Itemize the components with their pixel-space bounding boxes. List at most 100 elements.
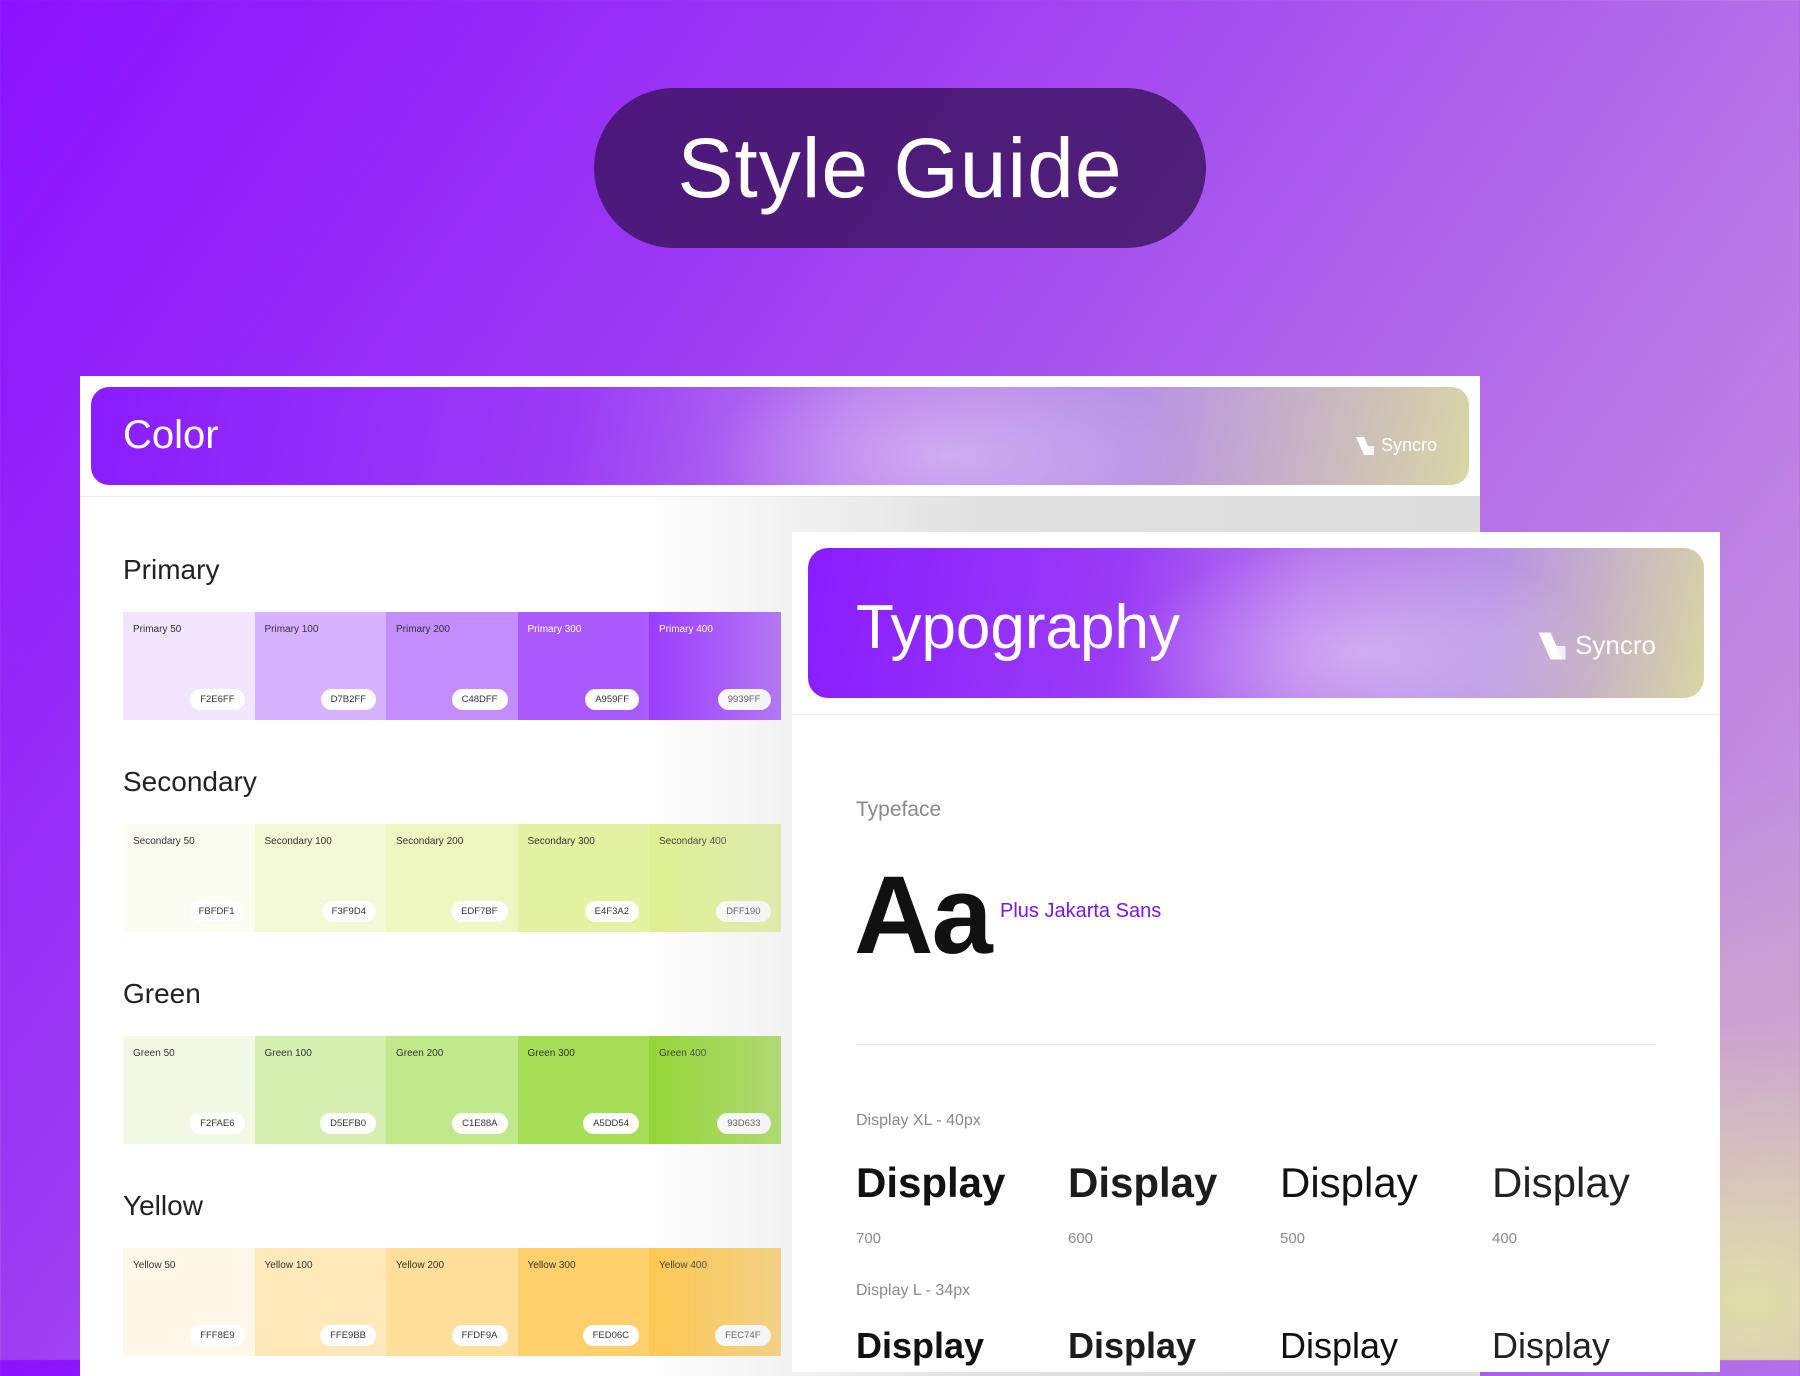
weight-value: 600 <box>1068 1230 1094 1247</box>
hex-chip: C1E88A <box>452 1113 508 1134</box>
weight-sample: Display700 <box>856 1328 1068 1372</box>
style-guide-title-pill: Style Guide <box>594 88 1206 248</box>
swatch-yellow-200[interactable]: Yellow 200 FFDF9A <box>386 1248 518 1356</box>
swatch-name: Secondary 400 <box>659 836 727 847</box>
hex-chip: FEC74F <box>715 1325 771 1346</box>
hex-chip: DFF190 <box>716 901 771 922</box>
swatch-name: Green 400 <box>659 1048 707 1059</box>
swatch-green-50[interactable]: Green 50 F2FAE6 <box>123 1036 255 1144</box>
brand-logo: Syncro <box>1355 435 1437 456</box>
swatch-name: Yellow 200 <box>396 1260 445 1271</box>
weight-sample: Display 400 <box>1492 1159 1704 1248</box>
section-title-yellow: Yellow <box>123 1190 203 1221</box>
scale-label-l: Display L - 34px <box>856 1282 971 1299</box>
swatch-primary-400[interactable]: Primary 400 9939FF <box>649 612 781 720</box>
swatch-yellow-300[interactable]: Yellow 300 FED06C <box>517 1248 649 1356</box>
display-sample-text: Display <box>856 1159 1006 1206</box>
syncro-logo-icon <box>1355 436 1374 455</box>
section-title-primary: Primary <box>123 554 220 585</box>
typography-title: Typography <box>856 593 1180 662</box>
hex-chip: E4F3A2 <box>584 901 639 922</box>
hex-chip: FFDF9A <box>451 1325 508 1346</box>
swatch-primary-200[interactable]: Primary 200 C48DFF <box>386 612 518 720</box>
color-title: Color <box>123 413 219 457</box>
brand-name: Syncro <box>1575 630 1656 660</box>
hex-chip: F2E6FF <box>190 689 245 710</box>
hex-chip: F3F9D4 <box>321 901 376 922</box>
swatch-name: Secondary 200 <box>396 836 464 847</box>
typography-card: Typography Syncro Typeface Aa Plus Jakar… <box>792 532 1720 1372</box>
display-sample-text: Display <box>1492 1325 1611 1366</box>
hex-chip: FBFDF1 <box>188 901 245 922</box>
scale-label-xl: Display XL - 40px <box>856 1112 981 1129</box>
swatch-yellow-400[interactable]: Yellow 400 FEC74F <box>649 1248 781 1356</box>
display-sample-text: Display <box>1068 1159 1218 1206</box>
display-sample-text: Display <box>1492 1159 1630 1206</box>
swatch-name: Primary 300 <box>527 624 582 635</box>
swatch-secondary-400[interactable]: Secondary 400 DFF190 <box>649 824 781 932</box>
swatch-name: Primary 400 <box>659 624 713 635</box>
hex-chip: D5EFB0 <box>320 1113 376 1134</box>
swatch-name: Yellow 300 <box>527 1260 576 1271</box>
typography-banner: Typography Syncro <box>808 548 1704 698</box>
swatch-green-100[interactable]: Green 100 D5EFB0 <box>254 1036 386 1144</box>
swatch-yellow-50[interactable]: Yellow 50 FFF8E9 <box>123 1248 255 1356</box>
hex-chip: F2FAE6 <box>190 1113 245 1134</box>
weight-row-l: Display700 Display600 Display500 Display… <box>856 1328 1706 1372</box>
hex-chip: FFF8E9 <box>190 1325 245 1346</box>
swatch-row-green: Green 50 F2FAE6 Green 100 D5EFB0 Green 200… <box>123 1036 781 1144</box>
swatch-name: Primary 100 <box>264 624 319 635</box>
weight-value: 700 <box>856 1230 882 1247</box>
typeface-label: Typeface <box>856 798 942 821</box>
swatch-primary-50[interactable]: Primary 50 F2E6FF <box>123 612 255 720</box>
swatch-name: Secondary 50 <box>133 836 195 847</box>
brand-name: Syncro <box>1380 435 1437 455</box>
hex-chip: A959FF <box>585 689 639 710</box>
swatch-yellow-100[interactable]: Yellow 100 FFE9BB <box>254 1248 386 1356</box>
swatch-green-200[interactable]: Green 200 C1E88A <box>386 1036 518 1144</box>
swatch-green-300[interactable]: Green 300 A5DD54 <box>517 1036 649 1144</box>
swatch-primary-300[interactable]: Primary 300 A959FF <box>517 612 649 720</box>
weight-sample: Display600 <box>1068 1328 1280 1372</box>
weight-value: 400 <box>1492 1230 1518 1247</box>
swatch-green-400[interactable]: Green 400 93D633 <box>649 1036 781 1144</box>
swatch-row-secondary: Secondary 50 FBFDF1 Secondary 100 F3F9D4 S… <box>123 824 781 932</box>
swatch-name: Green 50 <box>133 1048 175 1059</box>
display-sample-text: Display <box>1068 1325 1197 1366</box>
swatch-name: Yellow 100 <box>264 1260 313 1271</box>
weight-sample: Display 600 <box>1068 1159 1280 1248</box>
weight-value: 500 <box>1280 1230 1306 1247</box>
swatch-name: Secondary 100 <box>264 836 332 847</box>
weight-sample: Display 700 <box>856 1159 1068 1248</box>
hex-chip: FFE9BB <box>320 1325 376 1346</box>
hex-chip: D7B2FF <box>320 689 376 710</box>
hex-chip: 93D633 <box>717 1113 771 1134</box>
swatch-secondary-100[interactable]: Secondary 100 F3F9D4 <box>254 824 386 932</box>
page-title: Style Guide <box>677 120 1123 215</box>
hex-chip: EDF7BF <box>451 901 508 922</box>
swatch-name: Yellow 400 <box>659 1260 708 1271</box>
swatch-name: Primary 200 <box>396 624 450 635</box>
swatch-row-yellow: Yellow 50 FFF8E9 Yellow 100 FFE9BB Yellow … <box>123 1248 781 1356</box>
hex-chip: A5DD54 <box>583 1113 639 1134</box>
color-banner: Color Syncro <box>91 387 1469 485</box>
weight-sample: Display400 <box>1492 1328 1704 1372</box>
swatch-secondary-300[interactable]: Secondary 300 E4F3A2 <box>517 824 649 932</box>
swatch-name: Secondary 300 <box>527 836 595 847</box>
weight-row-xl: Display 700 Display 600 Display 500 Display… <box>856 1159 1706 1248</box>
font-name: Plus Jakarta Sans <box>1000 900 1162 922</box>
swatch-name: Green 300 <box>527 1048 575 1059</box>
hex-chip: 9939FF <box>717 689 771 710</box>
swatch-primary-100[interactable]: Primary 100 D7B2FF <box>254 612 386 720</box>
swatch-name: Yellow 50 <box>133 1260 176 1271</box>
swatch-secondary-50[interactable]: Secondary 50 FBFDF1 <box>123 824 255 932</box>
typeface-sample: Aa <box>854 854 993 977</box>
divider <box>856 1044 1656 1045</box>
hex-chip: C48DFF <box>451 689 508 710</box>
swatch-name: Primary 50 <box>133 624 182 635</box>
weight-sample: Display500 <box>1280 1328 1492 1372</box>
hex-chip: FED06C <box>582 1325 639 1346</box>
weight-sample: Display 500 <box>1280 1159 1492 1248</box>
display-sample-text: Display <box>1280 1159 1418 1206</box>
swatch-secondary-200[interactable]: Secondary 200 EDF7BF <box>386 824 518 932</box>
